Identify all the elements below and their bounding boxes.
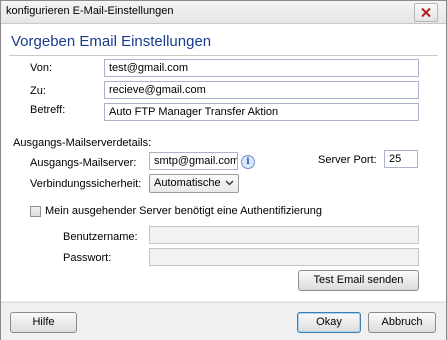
cancel-button[interactable]: Abbruch — [368, 312, 436, 333]
ok-button[interactable]: Okay — [297, 312, 361, 333]
window-title: konfigurieren E-Mail-Einstellungen — [6, 5, 174, 17]
username-label: Benutzername: — [63, 231, 138, 243]
from-field[interactable]: test@gmail.com — [104, 59, 419, 77]
info-icon[interactable]: i — [241, 155, 255, 169]
auth-checkbox[interactable] — [30, 206, 41, 217]
password-field[interactable] — [149, 248, 419, 266]
auth-checkbox-label: Mein ausgehender Server benötigt eine Au… — [45, 205, 323, 217]
page-title: Vorgeben Email Einstellungen — [11, 33, 212, 50]
server-label: Ausgangs-Mailserver: — [30, 157, 137, 169]
close-icon — [421, 8, 431, 17]
server-port-label: Server Port: — [318, 154, 377, 166]
to-field[interactable]: recieve@gmail.com — [104, 81, 419, 99]
security-label: Verbindungssicherheit: — [30, 178, 142, 190]
chevron-down-icon — [225, 180, 234, 186]
security-select[interactable]: Automatische — [149, 174, 239, 193]
server-field[interactable]: smtp@gmail.com — [149, 152, 238, 170]
help-button[interactable]: Hilfe — [10, 312, 77, 333]
dialog-footer: Hilfe Okay Abbruch — [1, 302, 446, 340]
close-button[interactable] — [414, 3, 438, 22]
title-bar[interactable]: konfigurieren E-Mail-Einstellungen — [1, 1, 446, 24]
server-section-title: Ausgangs-Mailserverdetails: — [13, 137, 152, 149]
to-label: Zu: — [30, 85, 46, 97]
dialog-content: Vorgeben Email Einstellungen Von: test@g… — [1, 24, 446, 301]
security-selected-value: Automatische — [154, 177, 221, 189]
from-label: Von: — [30, 62, 53, 74]
username-field[interactable] — [149, 226, 419, 244]
subject-label: Betreff: — [30, 104, 66, 116]
server-port-field[interactable]: 25 — [384, 150, 418, 168]
email-settings-dialog: konfigurieren E-Mail-Einstellungen Vorge… — [0, 0, 447, 340]
password-label: Passwort: — [63, 252, 112, 264]
subject-field[interactable]: Auto FTP Manager Transfer Aktion — [104, 103, 419, 121]
test-email-button[interactable]: Test Email senden — [298, 270, 419, 291]
header-divider — [9, 55, 438, 56]
